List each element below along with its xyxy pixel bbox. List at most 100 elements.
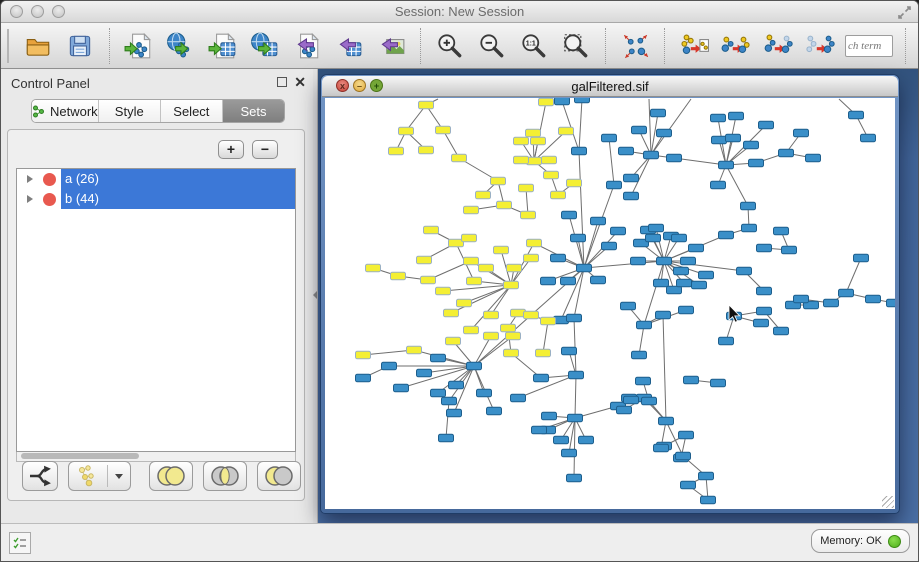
network-node-yellow[interactable] (452, 154, 467, 162)
network-node-blue[interactable] (632, 126, 647, 134)
network-node-blue[interactable] (667, 286, 682, 294)
network-node-yellow[interactable] (436, 126, 451, 134)
network-node-yellow[interactable] (421, 276, 436, 284)
network-node-yellow[interactable] (424, 226, 439, 234)
network-node-blue[interactable] (659, 417, 674, 425)
dropdown-arrow-icon[interactable] (115, 474, 123, 479)
network-node-blue[interactable] (854, 254, 869, 262)
expand-triangle-icon[interactable] (27, 175, 33, 183)
network-node-blue[interactable] (657, 129, 672, 137)
network-node-blue[interactable] (757, 244, 772, 252)
network-node-blue[interactable] (699, 271, 714, 279)
network-node-blue[interactable] (657, 257, 672, 265)
network-node-blue[interactable] (651, 109, 666, 117)
network-node-blue[interactable] (555, 98, 570, 105)
set-list-item[interactable]: a (26) (17, 169, 295, 189)
network-node-blue[interactable] (611, 227, 626, 235)
network-node-yellow[interactable] (436, 287, 451, 295)
network-node-blue[interactable] (575, 98, 590, 103)
open-session-button[interactable] (20, 27, 56, 65)
network-node-blue[interactable] (754, 319, 769, 327)
frame-resize-grip[interactable] (882, 496, 894, 508)
network-node-blue[interactable] (759, 121, 774, 129)
panel-splitter[interactable] (313, 69, 318, 523)
network-frame[interactable]: x – + galFiltered.sif (320, 74, 900, 514)
network-node-blue[interactable] (719, 337, 734, 345)
zoom-in-button[interactable] (432, 27, 468, 65)
network-node-yellow[interactable] (419, 101, 434, 109)
network-node-yellow[interactable] (559, 127, 574, 135)
network-node-yellow[interactable] (524, 254, 539, 262)
network-node-blue[interactable] (719, 161, 734, 169)
network-node-blue[interactable] (711, 379, 726, 387)
zoom-out-button[interactable] (474, 27, 510, 65)
network-node-blue[interactable] (866, 295, 881, 303)
export-network-button[interactable] (289, 27, 325, 65)
import-network-from-url-button[interactable] (163, 27, 199, 65)
network-node-yellow[interactable] (464, 326, 479, 334)
toolbar-grip[interactable] (7, 29, 9, 63)
network-node-blue[interactable] (562, 449, 577, 457)
network-node-yellow[interactable] (519, 184, 534, 192)
network-node-blue[interactable] (672, 234, 687, 242)
network-node-blue[interactable] (887, 299, 896, 307)
split-set-button[interactable] (22, 461, 58, 491)
tab-select[interactable]: Select (161, 100, 223, 122)
network-node-yellow[interactable] (417, 256, 432, 264)
network-node-yellow[interactable] (539, 98, 554, 106)
network-node-blue[interactable] (774, 327, 789, 335)
network-node-yellow[interactable] (491, 177, 506, 185)
network-node-blue[interactable] (607, 181, 622, 189)
network-node-blue[interactable] (794, 295, 809, 303)
network-node-blue[interactable] (602, 134, 617, 142)
network-node-blue[interactable] (591, 276, 606, 284)
zoom-selected-button[interactable] (558, 27, 594, 65)
network-node-blue[interactable] (757, 307, 772, 315)
network-node-yellow[interactable] (527, 239, 542, 247)
network-node-yellow[interactable] (541, 317, 556, 325)
close-panel-icon[interactable]: ✕ (294, 74, 306, 91)
network-node-yellow[interactable] (497, 201, 512, 209)
network-node-yellow[interactable] (526, 129, 541, 137)
network-node-yellow[interactable] (501, 324, 516, 332)
network-node-yellow[interactable] (514, 156, 529, 164)
network-node-blue[interactable] (617, 406, 632, 414)
task-monitor-button[interactable] (9, 532, 31, 554)
network-node-yellow[interactable] (507, 264, 522, 272)
extract-set-button[interactable] (68, 461, 131, 491)
network-node-blue[interactable] (692, 281, 707, 289)
network-node-blue[interactable] (711, 114, 726, 122)
network-node-blue[interactable] (679, 306, 694, 314)
set-from-selection-button[interactable] (676, 27, 712, 65)
network-node-blue[interactable] (849, 111, 864, 119)
import-table-from-url-button[interactable] (247, 27, 283, 65)
tab-network[interactable]: Network (32, 100, 99, 122)
network-node-yellow[interactable] (467, 277, 482, 285)
network-node-yellow[interactable] (464, 257, 479, 265)
network-node-blue[interactable] (806, 154, 821, 162)
network-node-blue[interactable] (467, 362, 482, 370)
network-node-blue[interactable] (741, 202, 756, 210)
network-node-blue[interactable] (674, 267, 689, 275)
network-frame-titlebar[interactable]: x – + galFiltered.sif (322, 76, 898, 97)
network-node-blue[interactable] (591, 217, 606, 225)
network-node-blue[interactable] (417, 369, 432, 377)
import-table-from-file-button[interactable] (205, 27, 241, 65)
network-canvas[interactable] (325, 98, 895, 509)
network-node-blue[interactable] (541, 277, 556, 285)
set-intersection-button[interactable] (203, 461, 247, 491)
network-node-yellow[interactable] (457, 299, 472, 307)
network-node-blue[interactable] (749, 159, 764, 167)
export-image-button[interactable] (373, 27, 409, 65)
network-node-yellow[interactable] (544, 171, 559, 179)
network-node-blue[interactable] (447, 409, 462, 417)
network-node-blue[interactable] (636, 377, 651, 385)
network-node-yellow[interactable] (494, 246, 509, 254)
network-node-yellow[interactable] (484, 311, 499, 319)
network-node-blue[interactable] (782, 246, 797, 254)
network-node-blue[interactable] (667, 154, 682, 162)
network-node-yellow[interactable] (567, 179, 582, 187)
network-node-blue[interactable] (689, 244, 704, 252)
network-node-blue[interactable] (579, 436, 594, 444)
collapse-panel-icon[interactable] (313, 291, 317, 299)
